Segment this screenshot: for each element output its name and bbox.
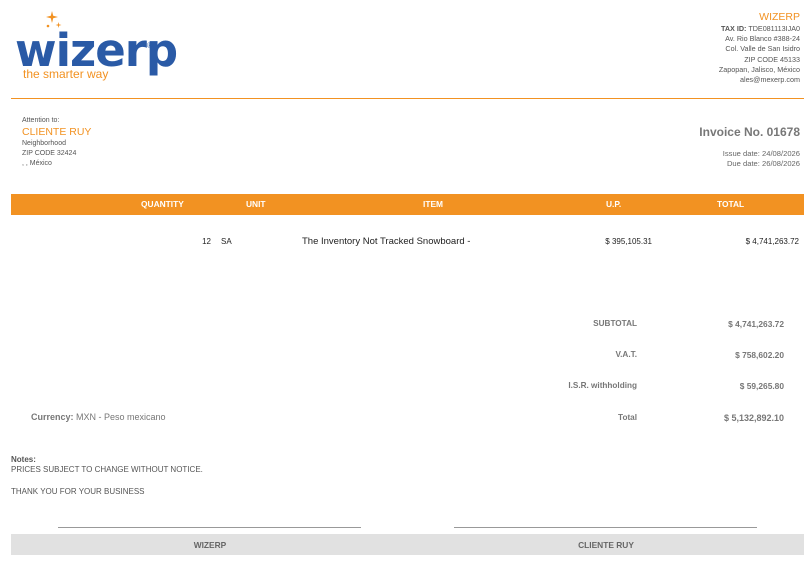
isr-value: $ 59,265.80 bbox=[739, 381, 784, 391]
row-item: The Inventory Not Tracked Snowboard - bbox=[302, 236, 471, 247]
vat-label: V.A.T. bbox=[615, 350, 637, 359]
notes-line-2: THANK YOU FOR YOUR BUSINESS bbox=[11, 487, 145, 496]
client-name: CLIENTE RUY bbox=[22, 126, 92, 138]
company-address-1: Av. Rio Blanco #388-24 bbox=[725, 34, 800, 44]
isr-label: I.S.R. withholding bbox=[568, 381, 637, 390]
header-divider bbox=[11, 98, 804, 99]
company-address-2: Col. Valle de San Isidro bbox=[725, 44, 800, 54]
header-unit: UNIT bbox=[246, 199, 266, 209]
header-unit-price: U.P. bbox=[606, 199, 622, 209]
row-total: $ 4,741,263.72 bbox=[745, 237, 799, 246]
tax-id-value: TDE081113IJA0 bbox=[748, 24, 800, 33]
table-header bbox=[11, 194, 804, 215]
notes-section: Notes: PRICES SUBJECT TO CHANGE WITHOUT … bbox=[11, 455, 203, 497]
logo-tagline: the smarter way bbox=[23, 67, 109, 81]
signature-line-left bbox=[58, 527, 361, 528]
company-email: ales@mexerp.com bbox=[739, 75, 800, 85]
total-label: Total bbox=[618, 413, 637, 422]
header-total: TOTAL bbox=[717, 199, 745, 209]
header-item: ITEM bbox=[423, 199, 444, 209]
signature-client: CLIENTE RUY bbox=[578, 540, 634, 550]
company-zip: ZIP CODE 45133 bbox=[744, 54, 800, 64]
logo-registered-mark: ® bbox=[147, 41, 153, 50]
signature-line-right bbox=[454, 527, 757, 528]
invoice-number: Invoice No. 01678 bbox=[699, 125, 800, 139]
tax-id-label: TAX ID: bbox=[721, 24, 747, 33]
header-quantity: QUANTITY bbox=[141, 199, 184, 209]
row-unit-price: $ 395,105.31 bbox=[605, 237, 652, 246]
company-name: WIZERP bbox=[759, 11, 800, 23]
company-info: WIZERP TAX ID: TDE081113IJA0 Av. Rio Bla… bbox=[719, 11, 800, 85]
company-tax-id: TAX ID: TDE081113IJA0 bbox=[719, 24, 800, 34]
client-country: , , México bbox=[22, 160, 52, 167]
total-value: $ 5,132,892.10 bbox=[723, 413, 784, 423]
subtotal-value: $ 4,741,263.72 bbox=[728, 319, 784, 329]
row-quantity: 12 bbox=[202, 237, 211, 246]
notes-label: Notes: bbox=[11, 455, 36, 464]
company-city: Zapopan, Jalisco, México bbox=[718, 64, 800, 74]
attention-label: Attention to: bbox=[22, 117, 60, 124]
row-unit: SA bbox=[221, 237, 232, 246]
vat-value: $ 758,602.20 bbox=[735, 350, 784, 360]
notes-line-1: PRICES SUBJECT TO CHANGE WITHOUT NOTICE. bbox=[11, 465, 203, 474]
invoice-dates: Issue date: 24/08/2026 Due date: 26/08/2… bbox=[723, 149, 800, 169]
currency-value: MXN - Peso mexicano bbox=[76, 412, 166, 422]
client-info: Attention to: CLIENTE RUY Neighborhood Z… bbox=[22, 116, 91, 169]
due-date: Due date: 26/08/2026 bbox=[726, 159, 800, 168]
issue-date: Issue date: 24/08/2026 bbox=[722, 149, 800, 158]
currency-info: Currency: MXN - Peso mexicano bbox=[31, 412, 166, 422]
currency-label: Currency: bbox=[31, 412, 74, 422]
signature-company: WIZERP bbox=[193, 540, 227, 550]
client-zip: ZIP CODE 32424 bbox=[22, 150, 77, 157]
client-neighborhood: Neighborhood bbox=[22, 140, 66, 147]
subtotal-label: SUBTOTAL bbox=[593, 319, 637, 328]
